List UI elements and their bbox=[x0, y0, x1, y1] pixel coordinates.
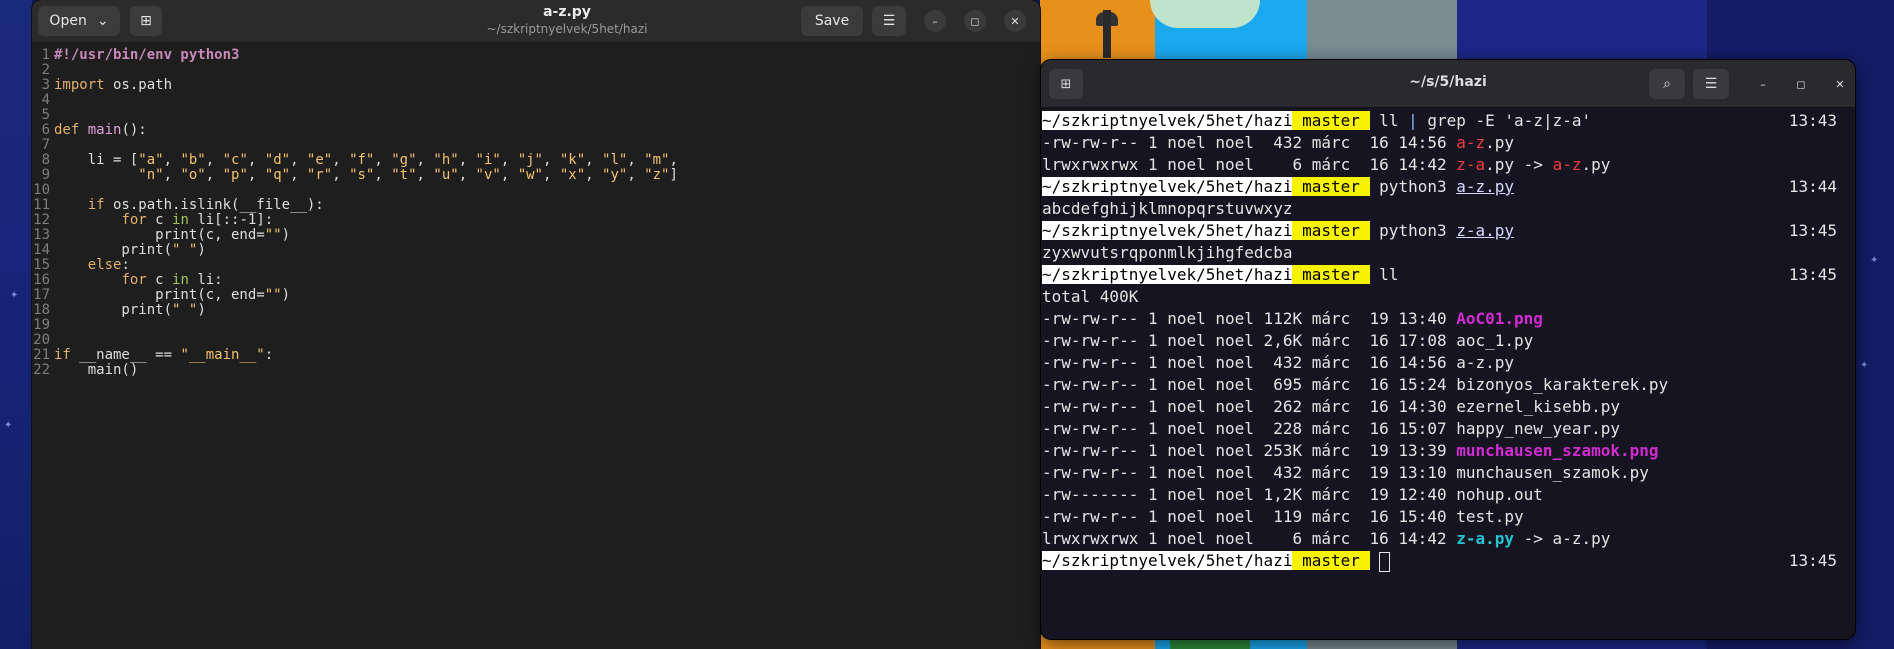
prompt-line[interactable]: ~/szkriptnyelvek/5het/hazi master 13:45 bbox=[1042, 550, 1847, 572]
timestamp: 13:45 bbox=[1788, 265, 1837, 284]
output-line: total 400K bbox=[1042, 287, 1139, 306]
file-listing-row: -rw-rw-r-- 1 noel noel 262 márc 16 14:30… bbox=[1042, 397, 1620, 416]
open-button-label: Open bbox=[49, 13, 87, 29]
text-editor-window: Open ⌄ ⊞ a-z.py ~/szkriptnyelvek/5het/ha… bbox=[32, 0, 1040, 649]
file-listing-row: -rw-rw-r-- 1 noel noel 432 márc 16 14:56… bbox=[1042, 353, 1515, 372]
close-button[interactable]: ✕ bbox=[1004, 10, 1026, 32]
output-line: -rw-rw-r-- 1 noel noel 432 márc 16 14:56… bbox=[1042, 133, 1515, 152]
timestamp: 13:45 bbox=[1788, 551, 1837, 570]
star-icon: ✦ bbox=[10, 290, 19, 301]
timestamp: 13:45 bbox=[1788, 221, 1837, 240]
save-button[interactable]: Save bbox=[801, 6, 863, 36]
close-icon: ✕ bbox=[1835, 77, 1845, 91]
maximize-icon: ◻ bbox=[1796, 77, 1806, 91]
prompt-line: ~/szkriptnyelvek/5het/hazi master ll | g… bbox=[1042, 111, 1837, 130]
file-listing-row: -rw-rw-r-- 1 noel noel 2,6K márc 16 17:0… bbox=[1042, 331, 1534, 350]
code-line: 22 main() bbox=[33, 362, 139, 378]
output-line: abcdefghijklmnopqrstuvwxyz bbox=[1042, 199, 1293, 218]
new-tab-button[interactable]: ⊞ bbox=[130, 6, 162, 36]
new-tab-icon: ⊞ bbox=[1060, 76, 1072, 92]
file-listing-row: -rw-rw-r-- 1 noel noel 228 márc 16 15:07… bbox=[1042, 419, 1620, 438]
hamburger-menu-icon: ☰ bbox=[882, 13, 896, 29]
chevron-down-icon: ⌄ bbox=[96, 13, 109, 29]
terminal-minimize-button[interactable]: – bbox=[1752, 73, 1774, 95]
output-line: lrwxrwxrwx 1 noel noel 6 márc 16 14:42 z… bbox=[1042, 155, 1611, 174]
wallpaper-cloud bbox=[1150, 0, 1260, 28]
wallpaper-post bbox=[1103, 10, 1111, 58]
hamburger-menu-icon: ☰ bbox=[1704, 76, 1718, 92]
star-icon: ✦ bbox=[1870, 255, 1879, 266]
maximize-icon: ◻ bbox=[970, 14, 980, 28]
terminal-title: ~/s/5/hazi bbox=[1409, 74, 1487, 90]
file-listing-row: -rw-rw-r-- 1 noel noel 112K márc 19 13:4… bbox=[1042, 309, 1543, 328]
terminal-menu-button[interactable]: ☰ bbox=[1693, 69, 1729, 99]
new-tab-icon: ⊞ bbox=[140, 13, 152, 29]
file-listing-row: -rw------- 1 noel noel 1,2K márc 19 12:4… bbox=[1042, 485, 1543, 504]
main-menu-button[interactable]: ☰ bbox=[872, 6, 906, 36]
document-path: ~/szkriptnyelvek/5het/hazi bbox=[486, 22, 648, 36]
star-icon: ✦ bbox=[4, 420, 13, 431]
timestamp: 13:43 bbox=[1788, 111, 1837, 130]
output-line: zyxwvutsrqponmlkjihgfedcba bbox=[1042, 243, 1293, 262]
desktop-wallpaper-left bbox=[0, 0, 32, 649]
file-listing-row: -rw-rw-r-- 1 noel noel 253K márc 19 13:3… bbox=[1042, 441, 1659, 460]
terminal-search-button[interactable]: ⌕ bbox=[1649, 69, 1685, 99]
terminal-close-button[interactable]: ✕ bbox=[1829, 73, 1851, 95]
code-editor-area[interactable]: 1 #!/usr/bin/env python3 2 3 import os.pat… bbox=[32, 46, 1040, 649]
maximize-button[interactable]: ◻ bbox=[964, 10, 986, 32]
close-icon: ✕ bbox=[1010, 14, 1020, 28]
minimize-icon: – bbox=[932, 14, 938, 28]
terminal-headerbar: ⊞ ~/s/5/hazi ⌕ ☰ – ◻ ✕ bbox=[1041, 60, 1855, 108]
terminal-window: ⊞ ~/s/5/hazi ⌕ ☰ – ◻ ✕ ~/szkriptnyelvek/… bbox=[1041, 60, 1855, 639]
prompt-line: ~/szkriptnyelvek/5het/hazi master python… bbox=[1042, 177, 1837, 196]
search-icon: ⌕ bbox=[1663, 76, 1671, 92]
star-icon: ✦ bbox=[1860, 360, 1869, 371]
prompt-line: ~/szkriptnyelvek/5het/hazi master python… bbox=[1042, 221, 1837, 240]
file-listing-row: -rw-rw-r-- 1 noel noel 119 márc 16 15:40… bbox=[1042, 507, 1524, 526]
file-listing-row: lrwxrwxrwx 1 noel noel 6 márc 16 14:42 z… bbox=[1042, 529, 1611, 548]
terminal-new-tab-button[interactable]: ⊞ bbox=[1049, 69, 1083, 99]
prompt-line: ~/szkriptnyelvek/5het/hazi master ll 13:4… bbox=[1042, 265, 1837, 284]
terminal-maximize-button[interactable]: ◻ bbox=[1790, 73, 1812, 95]
file-listing-row: -rw-rw-r-- 1 noel noel 432 márc 19 13:10… bbox=[1042, 463, 1649, 482]
minimize-icon: – bbox=[1760, 77, 1766, 91]
timestamp: 13:44 bbox=[1788, 177, 1837, 196]
minimize-button[interactable]: – bbox=[924, 10, 946, 32]
file-listing-row: -rw-rw-r-- 1 noel noel 695 márc 16 15:24… bbox=[1042, 375, 1669, 394]
terminal-output[interactable]: ~/szkriptnyelvek/5het/hazi master ll | g… bbox=[1041, 110, 1855, 639]
open-button[interactable]: Open ⌄ bbox=[38, 6, 120, 36]
document-title: a-z.py bbox=[543, 4, 591, 20]
text-cursor bbox=[1379, 551, 1391, 572]
editor-headerbar: Open ⌄ ⊞ a-z.py ~/szkriptnyelvek/5het/ha… bbox=[32, 0, 1040, 43]
